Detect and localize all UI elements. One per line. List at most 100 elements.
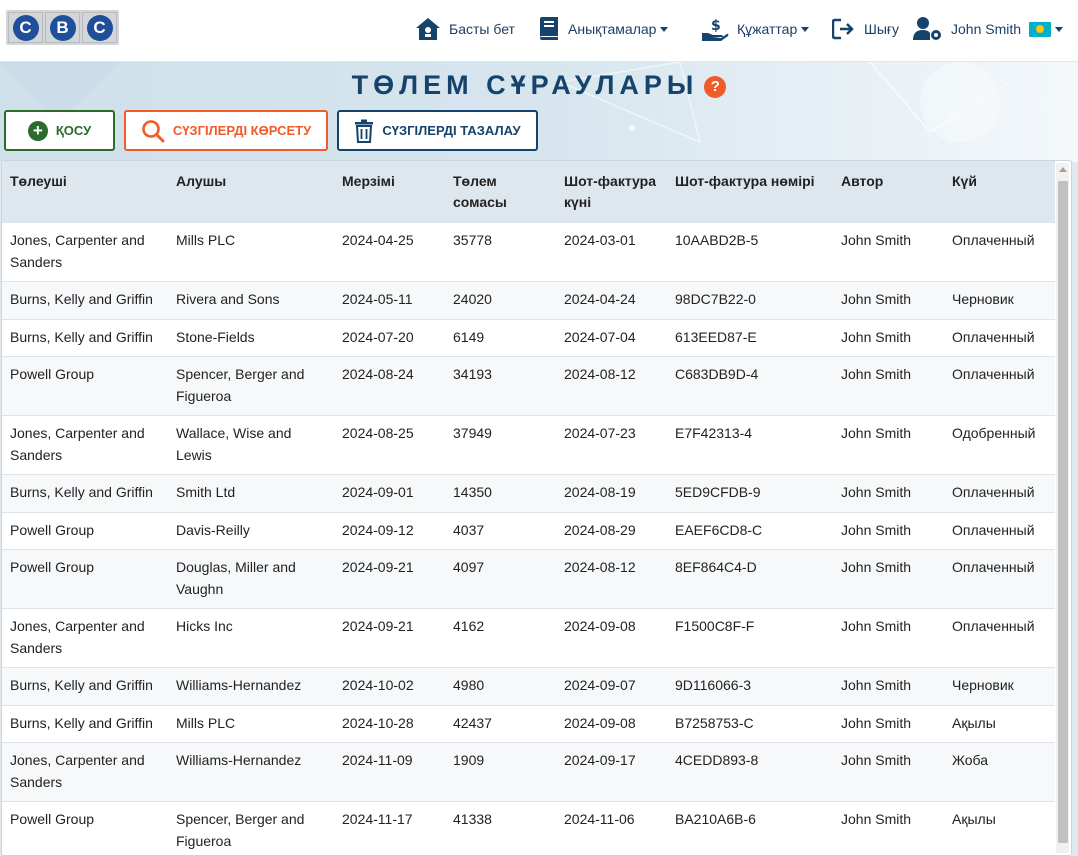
column-header-invoice-date[interactable]: Шот-фактура күні	[556, 161, 667, 223]
vertical-scrollbar[interactable]	[1056, 163, 1069, 853]
cell-author: John Smith	[833, 222, 944, 282]
cell-invoice-number: E7F42313-4	[667, 415, 833, 475]
table-row[interactable]: Jones, Carpenter and Sanders Wallace, Wis…	[2, 415, 1055, 475]
data-table: Төлеуші Алушы Мерзімі Төлем сомасы Шот-ф…	[2, 161, 1055, 855]
table-row[interactable]: Jones, Carpenter and Sanders Mills PLC 202…	[2, 222, 1055, 282]
table-row[interactable]: Powell Group Spencer, Berger and Figueroa…	[2, 801, 1055, 855]
nav-references-dropdown[interactable]: Анықтамалар	[538, 14, 669, 44]
cell-invoice-number: 10AABD2B-5	[667, 222, 833, 282]
cell-recipient: Spencer, Berger and Figueroa	[168, 356, 334, 416]
home-icon	[416, 18, 440, 40]
cell-status: Ақылы	[944, 801, 1055, 855]
cell-due-date: 2024-05-11	[334, 281, 445, 319]
cell-invoice-date: 2024-04-24	[556, 281, 667, 319]
table-row[interactable]: Powell Group Spencer, Berger and Figueroa…	[2, 356, 1055, 416]
table-row[interactable]: Burns, Kelly and Griffin Rivera and Sons 2…	[2, 281, 1055, 319]
cell-due-date: 2024-11-17	[334, 801, 445, 855]
add-button[interactable]: + ҚОСУ	[4, 110, 115, 151]
nav-documents-label: Құжаттар	[737, 21, 798, 37]
cell-invoice-number: 613EED87-E	[667, 318, 833, 357]
brand-logo[interactable]: C B C	[6, 10, 119, 45]
chevron-down-icon	[660, 26, 669, 32]
column-header-payer[interactable]: Төлеуші	[2, 161, 168, 223]
cell-recipient: Stone-Fields	[168, 318, 334, 357]
nav-logout[interactable]: Шығу	[832, 14, 899, 44]
cell-invoice-number: 4CEDD893-8	[667, 742, 833, 802]
cell-author: John Smith	[833, 415, 944, 475]
cell-due-date: 2024-07-20	[334, 318, 445, 357]
cell-recipient: Wallace, Wise and Lewis	[168, 415, 334, 475]
cell-status: Оплаченный	[944, 474, 1055, 512]
column-header-invoice-number[interactable]: Шот-фактура нөмірі	[667, 161, 833, 223]
show-filters-button[interactable]: СҮЗГІЛЕРДІ КӨРСЕТУ	[124, 110, 328, 151]
table-row[interactable]: Burns, Kelly and Griffin Stone-Fields 2024…	[2, 318, 1055, 357]
user-menu-dropdown[interactable]: John Smith	[913, 14, 1064, 44]
logo-letter: B	[49, 14, 76, 41]
cell-invoice-date: 2024-09-08	[556, 608, 667, 668]
cell-due-date: 2024-08-24	[334, 356, 445, 416]
payment-requests-table: Төлеуші Алушы Мерзімі Төлем сомасы Шот-ф…	[1, 160, 1072, 856]
cell-due-date: 2024-04-25	[334, 222, 445, 282]
cell-amount: 42437	[445, 704, 556, 743]
user-gear-icon	[913, 17, 941, 40]
column-header-amount[interactable]: Төлем сомасы	[445, 161, 556, 223]
table-row[interactable]: Powell Group Douglas, Miller and Vaughn 20…	[2, 549, 1055, 609]
cell-status: Жоба	[944, 742, 1055, 802]
cell-invoice-date: 2024-11-06	[556, 801, 667, 855]
cell-status: Оплаченный	[944, 356, 1055, 416]
cell-invoice-date: 2024-09-17	[556, 742, 667, 802]
table-row[interactable]: Burns, Kelly and Griffin Mills PLC 2024-10…	[2, 704, 1055, 743]
cell-author: John Smith	[833, 742, 944, 802]
cell-author: John Smith	[833, 608, 944, 668]
nav-documents-dropdown[interactable]: $ Құжаттар	[701, 14, 810, 44]
cell-invoice-date: 2024-07-04	[556, 318, 667, 357]
cell-due-date: 2024-09-12	[334, 511, 445, 550]
cell-status: Оплаченный	[944, 222, 1055, 282]
column-header-status[interactable]: Күй	[944, 161, 1055, 223]
cell-invoice-date: 2024-03-01	[556, 222, 667, 282]
cell-recipient: Hicks Inc	[168, 608, 334, 668]
column-header-recipient[interactable]: Алушы	[168, 161, 334, 223]
cell-recipient: Spencer, Berger and Figueroa	[168, 801, 334, 855]
cell-amount: 4037	[445, 511, 556, 550]
cell-payer: Powell Group	[2, 356, 168, 416]
table-row[interactable]: Burns, Kelly and Griffin Williams-Hernand…	[2, 667, 1055, 705]
kazakhstan-flag-icon	[1029, 21, 1052, 37]
column-header-due-date[interactable]: Мерзімі	[334, 161, 445, 223]
cell-recipient: Williams-Hernandez	[168, 742, 334, 802]
user-name: John Smith	[951, 21, 1022, 37]
clear-filters-label: СҮЗГІЛЕРДІ ТАЗАЛАУ	[382, 123, 521, 138]
cell-invoice-number: 8EF864C4-D	[667, 549, 833, 609]
cell-payer: Jones, Carpenter and Sanders	[2, 742, 168, 802]
trash-icon	[355, 119, 374, 143]
cell-invoice-date: 2024-08-12	[556, 549, 667, 609]
cell-invoice-number: B7258753-C	[667, 704, 833, 743]
cell-status: Черновик	[944, 281, 1055, 319]
cell-author: John Smith	[833, 356, 944, 416]
cell-payer: Burns, Kelly and Griffin	[2, 318, 168, 357]
table-row[interactable]: Burns, Kelly and Griffin Smith Ltd 2024-09…	[2, 474, 1055, 512]
nav-home[interactable]: Басты бет	[415, 14, 515, 44]
cell-recipient: Mills PLC	[168, 222, 334, 282]
cell-author: John Smith	[833, 318, 944, 357]
cell-invoice-number: 98DC7B22-0	[667, 281, 833, 319]
table-row[interactable]: Jones, Carpenter and Sanders Hicks Inc 202…	[2, 608, 1055, 668]
cell-author: John Smith	[833, 549, 944, 609]
cell-invoice-date: 2024-07-23	[556, 415, 667, 475]
cell-author: John Smith	[833, 704, 944, 743]
scroll-up-arrow-icon[interactable]	[1059, 167, 1067, 172]
page-title: ТӨЛЕМ СҰРАУЛАРЫ?	[0, 70, 1078, 101]
cell-amount: 1909	[445, 742, 556, 802]
help-icon[interactable]: ?	[704, 76, 727, 98]
scrollbar-thumb[interactable]	[1058, 181, 1068, 843]
clear-filters-button[interactable]: СҮЗГІЛЕРДІ ТАЗАЛАУ	[337, 110, 538, 151]
table-row[interactable]: Jones, Carpenter and Sanders Williams-Her…	[2, 742, 1055, 802]
table-row[interactable]: Powell Group Davis-Reilly 2024-09-12 4037 20…	[2, 511, 1055, 550]
cell-author: John Smith	[833, 667, 944, 705]
table-header-row: Төлеуші Алушы Мерзімі Төлем сомасы Шот-ф…	[2, 161, 1055, 223]
column-header-author[interactable]: Автор	[833, 161, 944, 223]
top-navbar: C B C Басты бет Анықтамалар $ Құжаттар Ш…	[0, 0, 1078, 62]
cell-amount: 35778	[445, 222, 556, 282]
logo-letter: C	[86, 14, 113, 41]
chevron-down-icon	[1055, 26, 1064, 32]
